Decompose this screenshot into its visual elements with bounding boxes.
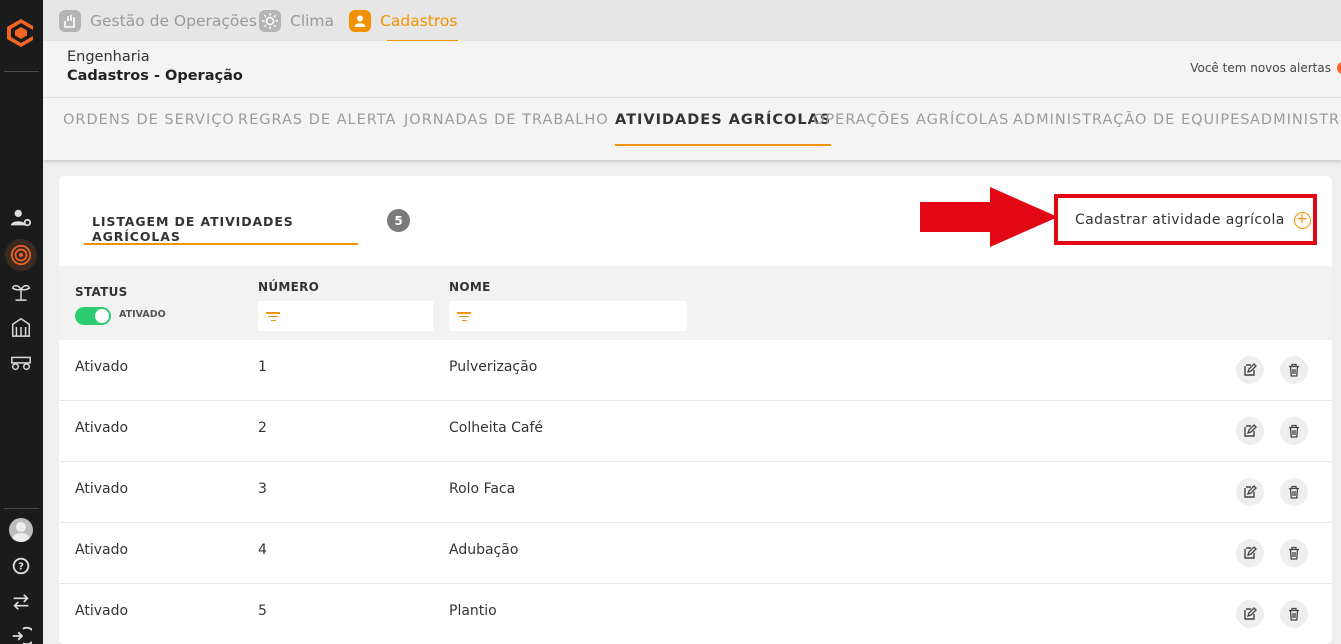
column-header-status: STATUS bbox=[75, 285, 128, 299]
tractor-icon[interactable] bbox=[9, 350, 33, 374]
delete-button[interactable] bbox=[1280, 356, 1308, 384]
cell-status: Ativado bbox=[75, 481, 129, 497]
add-button-label: Cadastrar atividade agrícola bbox=[1075, 212, 1285, 228]
sidebar-divider bbox=[4, 71, 39, 72]
cell-nome: Plantio bbox=[449, 603, 497, 619]
trash-icon bbox=[1289, 485, 1299, 499]
left-sidebar: ? bbox=[0, 0, 43, 644]
count-badge: 5 bbox=[387, 209, 410, 232]
cell-nome: Adubação bbox=[449, 542, 519, 558]
sidebar-divider bbox=[4, 508, 39, 509]
tab-ordens-de-servico[interactable]: ORDENS DE SERVIÇO bbox=[63, 98, 235, 146]
alert-badge[interactable] bbox=[1337, 62, 1341, 74]
tab-jornadas-de-trabalho[interactable]: JORNADAS DE TRABALHO bbox=[404, 98, 609, 146]
user-icon bbox=[349, 9, 371, 32]
trash-icon bbox=[1289, 607, 1299, 621]
tab-atividades-agricolas[interactable]: ATIVIDADES AGRÍCOLAS bbox=[615, 98, 832, 146]
table-row[interactable]: Ativado 1 Pulverização bbox=[59, 340, 1332, 401]
module-label: Cadastros bbox=[380, 11, 458, 30]
page-title: Cadastros - Operação bbox=[67, 68, 243, 84]
trash-icon bbox=[1289, 546, 1299, 560]
user-settings-icon[interactable] bbox=[9, 206, 33, 230]
breadcrumb-parent[interactable]: Engenharia bbox=[67, 49, 150, 65]
column-header-nome: NOME bbox=[449, 280, 491, 294]
status-toggle[interactable] bbox=[75, 307, 111, 325]
edit-button[interactable] bbox=[1236, 478, 1264, 506]
module-clima[interactable]: Clima bbox=[259, 0, 334, 41]
page-header: Engenharia Cadastros - Operação Você tem… bbox=[43, 41, 1341, 98]
annotation-arrow-icon bbox=[920, 187, 1058, 247]
cell-nome: Pulverização bbox=[449, 359, 538, 375]
sun-icon bbox=[259, 9, 281, 32]
edit-icon bbox=[1244, 607, 1257, 620]
target-icon[interactable] bbox=[9, 243, 33, 267]
tab-regras-de-alerta[interactable]: REGRAS DE ALERTA bbox=[238, 98, 396, 146]
list-card: LISTAGEM DE ATIVIDADES AGRÍCOLAS 5 STATU… bbox=[59, 176, 1332, 644]
table-row[interactable]: Ativado 5 Plantio bbox=[59, 584, 1332, 644]
cell-numero: 5 bbox=[258, 603, 267, 619]
table-row[interactable]: Ativado 2 Colheita Café bbox=[59, 401, 1332, 462]
hand-icon bbox=[59, 9, 81, 32]
cell-numero: 4 bbox=[258, 542, 267, 558]
filter-icon bbox=[457, 312, 471, 322]
cell-status: Ativado bbox=[75, 420, 129, 436]
nome-filter-input[interactable] bbox=[449, 301, 687, 331]
tab-bar: ORDENS DE SERVIÇO REGRAS DE ALERTA JORNA… bbox=[43, 98, 1341, 160]
tab-administr[interactable]: ADMINISTR bbox=[1250, 98, 1340, 146]
filter-icon bbox=[266, 312, 280, 322]
module-cadastros[interactable]: Cadastros bbox=[349, 0, 459, 41]
tab-operacoes-agricolas[interactable]: OPERAÇÕES AGRÍCOLAS bbox=[813, 98, 1009, 146]
filter-header-row bbox=[59, 266, 1332, 340]
edit-button[interactable] bbox=[1236, 417, 1264, 445]
trash-icon bbox=[1289, 424, 1299, 438]
edit-icon bbox=[1244, 363, 1257, 376]
edit-icon bbox=[1244, 424, 1257, 437]
help-icon[interactable]: ? bbox=[9, 554, 33, 578]
numero-filter-input[interactable] bbox=[258, 301, 433, 331]
module-label: Gestão de Operações bbox=[90, 11, 257, 30]
sprout-icon[interactable] bbox=[9, 279, 33, 303]
plus-circle-icon: + bbox=[1293, 211, 1311, 229]
table-row[interactable]: Ativado 4 Adubação bbox=[59, 523, 1332, 584]
logout-icon[interactable] bbox=[9, 624, 33, 644]
cell-status: Ativado bbox=[75, 359, 129, 375]
delete-button[interactable] bbox=[1280, 417, 1308, 445]
cell-status: Ativado bbox=[75, 603, 129, 619]
switch-arrows-icon[interactable] bbox=[9, 590, 33, 614]
edit-button[interactable] bbox=[1236, 356, 1264, 384]
delete-button[interactable] bbox=[1280, 539, 1308, 567]
cell-nome: Rolo Faca bbox=[449, 481, 516, 497]
trash-icon bbox=[1289, 363, 1299, 377]
silo-icon[interactable] bbox=[9, 315, 33, 339]
edit-button[interactable] bbox=[1236, 600, 1264, 628]
tab-administracao-de-equipes[interactable]: ADMINISTRAÇÃO DE EQUIPES bbox=[1013, 98, 1251, 146]
status-toggle-label: ATIVADO bbox=[119, 309, 166, 320]
svg-text:?: ? bbox=[18, 562, 24, 573]
edit-icon bbox=[1244, 546, 1257, 559]
module-gestao-operacoes[interactable]: Gestão de Operações bbox=[59, 0, 257, 41]
module-bar: Gestão de Operações Clima Cadastros bbox=[43, 0, 1341, 41]
edit-button[interactable] bbox=[1236, 539, 1264, 567]
subtab-label: LISTAGEM DE ATIVIDADES AGRÍCOLAS bbox=[92, 214, 294, 244]
module-label: Clima bbox=[290, 11, 335, 30]
subtab-listagem[interactable]: LISTAGEM DE ATIVIDADES AGRÍCOLAS bbox=[84, 204, 358, 245]
cell-numero: 2 bbox=[258, 420, 267, 436]
alerts-link[interactable]: Você tem novos alertas bbox=[1190, 61, 1331, 75]
avatar[interactable] bbox=[9, 518, 33, 542]
cell-nome: Colheita Café bbox=[449, 420, 544, 436]
cell-numero: 3 bbox=[258, 481, 267, 497]
add-atividade-button[interactable]: Cadastrar atividade agrícola + bbox=[1075, 210, 1311, 230]
cell-numero: 1 bbox=[258, 359, 267, 375]
edit-icon bbox=[1244, 485, 1257, 498]
cell-status: Ativado bbox=[75, 542, 129, 558]
column-header-numero: NÚMERO bbox=[258, 280, 320, 294]
delete-button[interactable] bbox=[1280, 600, 1308, 628]
table-row[interactable]: Ativado 3 Rolo Faca bbox=[59, 462, 1332, 523]
delete-button[interactable] bbox=[1280, 478, 1308, 506]
brand-logo-icon[interactable] bbox=[5, 16, 37, 50]
